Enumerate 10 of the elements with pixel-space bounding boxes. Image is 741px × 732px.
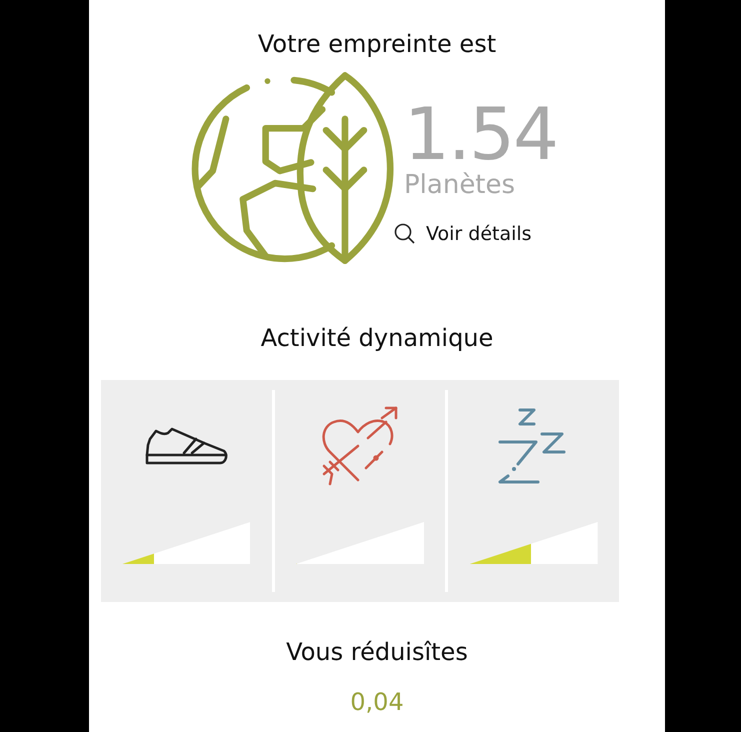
section-heading: Vous réduisîtes: [286, 637, 468, 668]
section-heading: Activité dynamique: [260, 323, 494, 354]
footprint-unit: Planètes: [404, 170, 516, 200]
section-heading: Votre empreinte est: [258, 29, 496, 60]
reduction-value: 0,04: [350, 687, 404, 718]
footprint-value: 1.54: [404, 96, 558, 172]
search-icon: [394, 223, 416, 245]
heart-arrow-icon: [320, 404, 400, 486]
sneaker-icon: [144, 425, 228, 465]
details-link[interactable]: Voir détails: [426, 222, 532, 246]
